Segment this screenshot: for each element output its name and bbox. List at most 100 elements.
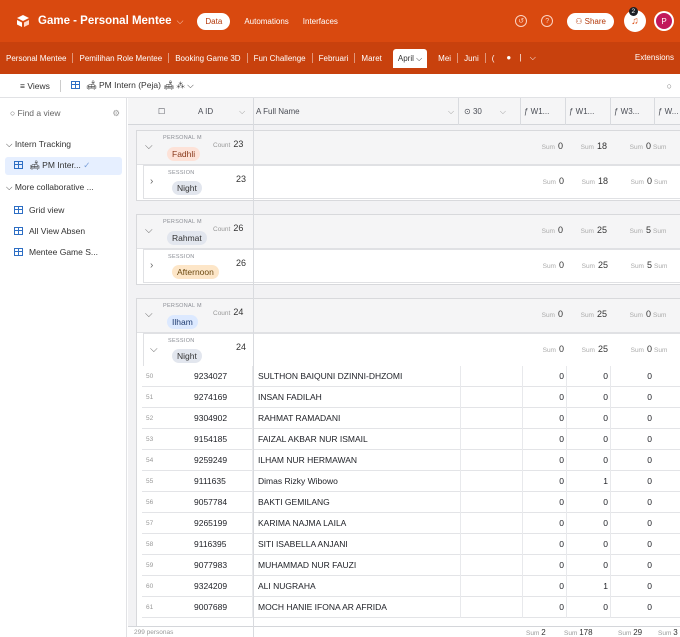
cell-w3[interactable]: 0	[606, 492, 652, 513]
cell-full-name[interactable]: RAHMAT RAMADANI	[258, 408, 458, 429]
chevron-down-icon[interactable]: ⌵	[150, 344, 158, 355]
section-more-collaborative[interactable]: ⌵ More collaborative ...	[6, 182, 94, 193]
column-w4[interactable]: ƒ W...	[658, 98, 678, 125]
tab-juni[interactable]: Juni	[458, 54, 485, 63]
cell-w1b[interactable]: 0	[562, 534, 608, 555]
cell-id[interactable]: 9057784	[194, 492, 227, 513]
cell-w1[interactable]: 0	[518, 492, 564, 513]
cell-full-name[interactable]: ALI NUGRAHA	[258, 576, 458, 597]
tab-april[interactable]: April ⌵	[392, 48, 428, 68]
tab-mei[interactable]: Mei	[432, 54, 457, 63]
cell-full-name[interactable]: MOCH HANIE IFONA AR AFRIDA	[258, 597, 458, 618]
cell-w3[interactable]: 0	[606, 429, 652, 450]
add-tab-icon[interactable]: ● | ⌵	[500, 53, 541, 63]
gear-icon[interactable]: ⚙	[112, 108, 120, 119]
tab-booking-game[interactable]: Booking Game 3D	[169, 54, 246, 63]
column-w1b[interactable]: ƒ W1...	[569, 98, 594, 125]
cell-w1[interactable]: 0	[518, 387, 564, 408]
table-row[interactable]: 54 9259249 ILHAM NUR HERMAWAN 0 0 0	[142, 450, 680, 471]
history-icon[interactable]: ↺	[515, 15, 528, 27]
cell-w3[interactable]: 0	[606, 576, 652, 597]
cell-w1[interactable]: 0	[518, 366, 564, 387]
find-view-input[interactable]: ○ Find a view ⚙	[10, 108, 122, 118]
table-row[interactable]: 50 9234027 SULTHON BAIQUNI DZINNI-DHZOMI 0 0…	[142, 366, 680, 387]
cell-w1b[interactable]: 0	[562, 429, 608, 450]
subgroup-header[interactable]: › SESSION Night 23 Sum 0 Sum 18 Sum 0 Sum	[143, 165, 680, 199]
table-row[interactable]: 56 9057784 BAKTI GEMILANG 0 0 0	[142, 492, 680, 513]
cell-id[interactable]: 9154185	[194, 429, 227, 450]
cell-w3[interactable]: 0	[606, 408, 652, 429]
help-icon[interactable]: ?	[541, 15, 554, 27]
cell-full-name[interactable]: INSAN FADILAH	[258, 387, 458, 408]
cell-w1[interactable]: 0	[518, 597, 564, 618]
table-row[interactable]: 51 9274169 INSAN FADILAH 0 0 0	[142, 387, 680, 408]
table-row[interactable]: 53 9154185 FAIZAL AKBAR NUR ISMAIL 0 0 0	[142, 429, 680, 450]
table-row[interactable]: 52 9304902 RAHMAT RAMADANI 0 0 0	[142, 408, 680, 429]
cell-w1b[interactable]: 0	[562, 408, 608, 429]
tab-personal-mentee[interactable]: Personal Mentee	[0, 54, 72, 63]
cell-id[interactable]: 9007689	[194, 597, 227, 618]
subgroup-header[interactable]: ⌵ SESSION Night 24 Sum 0 Sum 25 Sum 0 Sum	[143, 333, 680, 367]
cell-w1[interactable]: 0	[518, 408, 564, 429]
cell-w1b[interactable]: 0	[562, 492, 608, 513]
column-w3[interactable]: ƒ W3...	[614, 98, 639, 125]
group-header[interactable]: ⌵ PERSONAL M Rahmat Count 26 Sum 0 Sum 25 S…	[137, 215, 680, 249]
column-w1[interactable]: ƒ W1...	[524, 98, 549, 125]
cell-w3[interactable]: 0	[606, 450, 652, 471]
cell-full-name[interactable]: MUHAMMAD NUR FAUZI	[258, 555, 458, 576]
nav-data[interactable]: Data	[197, 12, 231, 30]
cell-w1b[interactable]: 1	[562, 471, 608, 492]
cell-id[interactable]: 9324209	[194, 576, 227, 597]
select-all-checkbox[interactable]: ☐	[158, 98, 165, 125]
cell-id[interactable]: 9116395	[194, 534, 226, 555]
chevron-down-icon[interactable]: ⌵	[145, 309, 153, 320]
cell-full-name[interactable]: FAIZAL AKBAR NUR ISMAIL	[258, 429, 458, 450]
column-full-name[interactable]: A Full Name	[256, 98, 300, 125]
current-view-menu[interactable]: 🛋 PM Intern (Peja) 🛋 ⁂ ⌵	[70, 80, 194, 91]
cell-w1b[interactable]: 1	[562, 576, 608, 597]
sidebar-item-mentee-game[interactable]: Mentee Game S...	[14, 247, 98, 257]
search-icon[interactable]: ○	[667, 81, 672, 91]
cell-full-name[interactable]: ILHAM NUR HERMAWAN	[258, 450, 458, 471]
cell-w1b[interactable]: 0	[562, 513, 608, 534]
tab-pemilihan-role[interactable]: Pemilihan Role Mentee	[73, 54, 168, 63]
table-row[interactable]: 58 9116395 SITI ISABELLA ANJANI 0 0 0	[142, 534, 680, 555]
cell-id[interactable]: 9304902	[194, 408, 227, 429]
chevron-down-icon[interactable]: ⌵	[145, 141, 153, 152]
cell-full-name[interactable]: BAKTI GEMILANG	[258, 492, 458, 513]
cell-w1[interactable]: 0	[518, 513, 564, 534]
chevron-right-icon[interactable]: ›	[150, 176, 153, 187]
cell-id[interactable]: 9111635	[194, 471, 226, 492]
cell-w3[interactable]: 0	[606, 555, 652, 576]
cell-w3[interactable]: 0	[606, 534, 652, 555]
cell-w1[interactable]: 0	[518, 450, 564, 471]
cell-full-name[interactable]: Dimas Rizky Wibowo	[258, 471, 458, 492]
chevron-right-icon[interactable]: ›	[150, 260, 153, 271]
column-id[interactable]: A ID ⌵	[198, 98, 245, 125]
chevron-down-icon[interactable]: ⌵	[448, 98, 454, 125]
cell-w1b[interactable]: 0	[562, 555, 608, 576]
avatar[interactable]: P	[654, 11, 674, 31]
table-row[interactable]: 59 9077983 MUHAMMAD NUR FAUZI 0 0 0	[142, 555, 680, 576]
views-toggle[interactable]: ≡ Views	[20, 81, 50, 91]
group-header[interactable]: ⌵ PERSONAL M Ilham Count 24 Sum 0 Sum 25 Su…	[137, 299, 680, 333]
subgroup-header[interactable]: › SESSION Afternoon 26 Sum 0 Sum 25 Sum 5 S…	[143, 249, 680, 283]
cell-id[interactable]: 9234027	[194, 366, 227, 387]
table-row[interactable]: 61 9007689 MOCH HANIE IFONA AR AFRIDA 0 0 0	[142, 597, 680, 618]
table-row[interactable]: 55 9111635 Dimas Rizky Wibowo 0 1 0	[142, 471, 680, 492]
cell-w3[interactable]: 0	[606, 513, 652, 534]
nav-automations[interactable]: Automations	[244, 17, 288, 26]
chevron-down-icon[interactable]: ⌵	[177, 16, 184, 27]
nav-interfaces[interactable]: Interfaces	[303, 17, 338, 26]
cell-id[interactable]: 9274169	[194, 387, 227, 408]
extensions-button[interactable]: Extensions	[624, 42, 680, 74]
cell-w1b[interactable]: 0	[562, 450, 608, 471]
base-title[interactable]: Game - Personal Mentee	[38, 15, 172, 27]
cell-w3[interactable]: 0	[606, 471, 652, 492]
cell-w1[interactable]: 0	[518, 576, 564, 597]
cell-w1[interactable]: 0	[518, 429, 564, 450]
cell-full-name[interactable]: SULTHON BAIQUNI DZINNI-DHZOMI	[258, 366, 458, 387]
table-row[interactable]: 57 9265199 KARIMA NAJMA LAILA 0 0 0	[142, 513, 680, 534]
cell-w1b[interactable]: 0	[562, 597, 608, 618]
cell-w1[interactable]: 0	[518, 555, 564, 576]
